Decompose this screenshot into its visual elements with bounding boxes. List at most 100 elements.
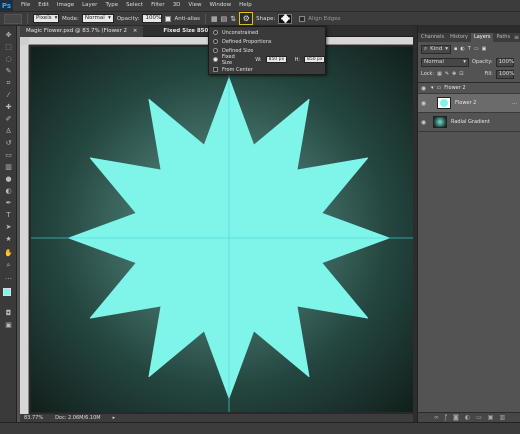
width-input[interactable]: 850 px (265, 56, 287, 63)
tab-paths[interactable]: Paths (493, 33, 513, 42)
align-edges-checkbox[interactable] (299, 15, 306, 22)
vertical-ruler[interactable] (20, 45, 29, 414)
menu-edit[interactable]: Edit (34, 0, 53, 11)
mode-select[interactable]: Normal ▾ (81, 14, 114, 23)
lock-paint-icon[interactable]: ✎ (445, 71, 449, 77)
option-defined-proportions[interactable]: Defined Proportions (213, 37, 272, 46)
option-unconstrained[interactable]: Unconstrained (213, 28, 258, 37)
quick-mask-icon[interactable]: ◘ (3, 308, 14, 318)
quick-select-tool-icon[interactable]: ✎ (3, 66, 14, 76)
dodge-tool-icon[interactable]: ◐ (3, 186, 14, 196)
foreground-color-swatch[interactable] (3, 288, 11, 296)
path-ops-icon[interactable]: ▦ (211, 15, 218, 23)
link-icon[interactable]: ∞ (434, 414, 439, 421)
hand-tool-icon[interactable]: ✋ (3, 248, 14, 258)
layer-row[interactable]: ◉ Radial Gradient (418, 113, 520, 132)
shape-tool-icon[interactable]: ★ (3, 234, 14, 244)
pen-tool-icon[interactable]: ✒ (3, 198, 14, 208)
blur-tool-icon[interactable]: ● (3, 174, 14, 184)
pixels-select[interactable]: Pixels ▾ (33, 14, 59, 23)
filter-smart-icon[interactable]: ▣ (482, 46, 487, 52)
menu-filter[interactable]: Filter (147, 0, 169, 11)
marquee-tool-icon[interactable]: ⬚ (3, 42, 14, 52)
history-brush-tool-icon[interactable]: ↺ (3, 138, 14, 148)
brush-tool-icon[interactable]: ✐ (3, 114, 14, 124)
options-bar: Pixels ▾ Mode: Normal ▾ Opacity: 100% Anti… (0, 11, 520, 26)
tab-channels[interactable]: Channels (418, 33, 447, 42)
document-tab[interactable]: Magic Flower.psd @ 83.7% (Flower 2 × (20, 25, 144, 37)
layer-group-row[interactable]: ◉ ▾ ▭ Flower 2 (418, 83, 520, 94)
chevron-down-icon[interactable]: ▾ (431, 85, 434, 91)
status-arrow-icon[interactable]: ▸ (113, 415, 116, 421)
geometry-options-button[interactable]: ⚙ (239, 12, 254, 25)
filter-adjustment-icon[interactable]: ◐ (460, 46, 464, 52)
tool-preset-picker[interactable] (4, 13, 22, 24)
radio-fixed-size[interactable] (213, 57, 218, 62)
adjustment-icon[interactable]: ◐ (465, 414, 470, 421)
menu-image[interactable]: Image (53, 0, 78, 11)
path-arrange-icon[interactable]: ⇅ (230, 15, 236, 23)
menu-help[interactable]: Help (235, 0, 256, 11)
mask-icon[interactable]: ◙ (453, 414, 459, 421)
layer-filter-select[interactable]: ⌕ Kind ▾ (421, 44, 451, 54)
stamp-tool-icon[interactable]: ♙ (3, 126, 14, 136)
option-fixed-size[interactable]: Fixed Size W: 850 px H: 850 px (213, 54, 325, 66)
move-tool-icon[interactable]: ✥ (3, 30, 14, 40)
menu-type[interactable]: Type (101, 0, 122, 11)
menu-layer[interactable]: Layer (78, 0, 101, 11)
layer-opacity-input[interactable]: 100% (495, 57, 514, 67)
lock-pixels-icon[interactable]: ▦ (437, 71, 442, 77)
layer-row-selected[interactable]: ◉ Flower 2 … (418, 94, 520, 113)
filter-type-icon[interactable]: T (468, 46, 471, 52)
radio-defined-size[interactable] (213, 48, 218, 53)
panel-menu-icon[interactable]: ≡ (514, 33, 519, 42)
option-from-center[interactable]: From Center (213, 65, 253, 74)
path-align-icon[interactable]: ▤ (221, 15, 228, 23)
anti-alias-checkbox[interactable] (165, 15, 172, 22)
eyedropper-tool-icon[interactable]: ⁄ (3, 90, 14, 100)
filter-shape-icon[interactable]: ▭ (474, 46, 479, 52)
close-icon[interactable]: × (133, 28, 138, 34)
canvas[interactable] (31, 47, 413, 412)
tab-history[interactable]: History (447, 33, 471, 42)
tab-layers[interactable]: Layers (470, 33, 494, 42)
path-select-tool-icon[interactable]: ➤ (3, 222, 14, 232)
eye-icon[interactable]: ◉ (418, 100, 429, 107)
radio-defined-proportions[interactable] (213, 39, 218, 44)
zoom-tool-icon[interactable]: ⌕ (3, 260, 14, 270)
trash-icon[interactable]: ▥ (499, 414, 505, 421)
lasso-tool-icon[interactable]: ◌ (3, 54, 14, 64)
lock-all-icon[interactable]: ⊡ (459, 71, 463, 77)
eye-icon[interactable]: ◉ (418, 119, 429, 126)
new-layer-icon[interactable]: ▣ (488, 414, 494, 421)
gradient-tool-icon[interactable]: ▥ (3, 162, 14, 172)
fill-input[interactable]: 100% (495, 69, 515, 79)
menu-select[interactable]: Select (122, 0, 147, 11)
crop-tool-icon[interactable]: ⌗ (3, 78, 14, 88)
opacity-input[interactable]: 100% (142, 14, 163, 23)
from-center-checkbox[interactable] (213, 67, 218, 72)
menu-file[interactable]: File (17, 0, 34, 11)
shape-picker[interactable] (278, 13, 293, 24)
fx-icon[interactable]: ƒ (445, 414, 447, 421)
document-size[interactable]: Doc: 2.06M/6.10M (55, 415, 101, 421)
eraser-tool-icon[interactable]: ▭ (3, 150, 14, 160)
option-label: From Center (222, 66, 253, 73)
radio-unconstrained[interactable] (213, 30, 218, 35)
filter-pixel-icon[interactable]: ▪ (454, 46, 457, 52)
height-input[interactable]: 850 px (304, 56, 325, 63)
eye-icon[interactable]: ◉ (418, 85, 429, 92)
menu-window[interactable]: Window (205, 0, 235, 11)
new-group-icon[interactable]: ▭ (476, 414, 482, 421)
zoom-level[interactable]: 83.77% (24, 415, 43, 421)
lock-position-icon[interactable]: ✥ (452, 71, 456, 77)
menu-view[interactable]: View (184, 0, 205, 11)
layer-options-icon[interactable]: … (512, 100, 517, 106)
menu-3d[interactable]: 3D (169, 0, 185, 11)
healing-tool-icon[interactable]: ✚ (3, 102, 14, 112)
type-tool-icon[interactable]: T (3, 210, 14, 220)
more-tools-icon[interactable]: … (3, 272, 14, 282)
blend-mode-select[interactable]: Normal ▾ (421, 57, 469, 67)
ruler-origin[interactable] (20, 37, 29, 45)
screen-mode-icon[interactable]: ▣ (3, 320, 14, 330)
